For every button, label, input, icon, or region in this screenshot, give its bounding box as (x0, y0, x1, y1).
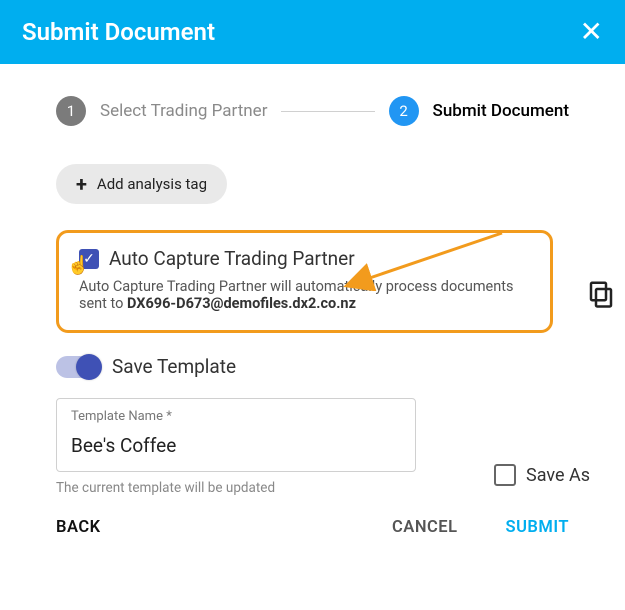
plus-icon: + (76, 174, 87, 194)
template-name-label: Template Name * (71, 409, 401, 424)
add-analysis-tag-button[interactable]: + Add analysis tag (56, 164, 227, 204)
add-analysis-tag-label: Add analysis tag (97, 175, 207, 193)
close-icon[interactable]: ✕ (580, 18, 603, 46)
auto-capture-email: DX696-D673@demofiles.dx2.co.nz (127, 295, 356, 312)
auto-capture-checkbox-row: ✓ Auto Capture Trading Partner (79, 247, 530, 270)
auto-capture-checkbox[interactable]: ✓ (79, 249, 99, 269)
save-template-label: Save Template (112, 355, 236, 378)
copy-icon[interactable] (586, 279, 616, 309)
step-2-badge: 2 (389, 96, 419, 126)
back-button[interactable]: BACK (56, 518, 101, 537)
save-template-toggle[interactable] (56, 356, 100, 378)
stepper: 1 Select Trading Partner 2 Submit Docume… (56, 96, 569, 126)
template-name-input[interactable] (71, 434, 401, 457)
template-help-text: The current template will be updated (56, 480, 569, 496)
save-template-row: Save Template (56, 355, 569, 378)
step-1-badge: 1 (56, 96, 86, 126)
dialog-title: Submit Document (22, 18, 215, 46)
auto-capture-highlight: ✓ Auto Capture Trading Partner ☝ Auto Ca… (56, 230, 553, 333)
save-as-label: Save As (526, 465, 590, 486)
save-as-checkbox[interactable] (494, 464, 516, 486)
auto-capture-label: Auto Capture Trading Partner (109, 247, 355, 270)
auto-capture-description: Auto Capture Trading Partner will automa… (79, 278, 530, 312)
dialog-header: Submit Document ✕ (0, 0, 625, 64)
template-name-field: Template Name * (56, 398, 416, 472)
cancel-button[interactable]: CANCEL (392, 518, 458, 537)
dialog-body: 1 Select Trading Partner 2 Submit Docume… (0, 64, 625, 559)
step-1-label: Select Trading Partner (100, 101, 267, 121)
save-as-row: Save As (494, 464, 590, 486)
step-divider (281, 111, 374, 112)
submit-button[interactable]: SUBMIT (506, 518, 569, 537)
action-row: BACK CANCEL SUBMIT (56, 518, 569, 537)
step-2-label: Submit Document (433, 101, 569, 121)
